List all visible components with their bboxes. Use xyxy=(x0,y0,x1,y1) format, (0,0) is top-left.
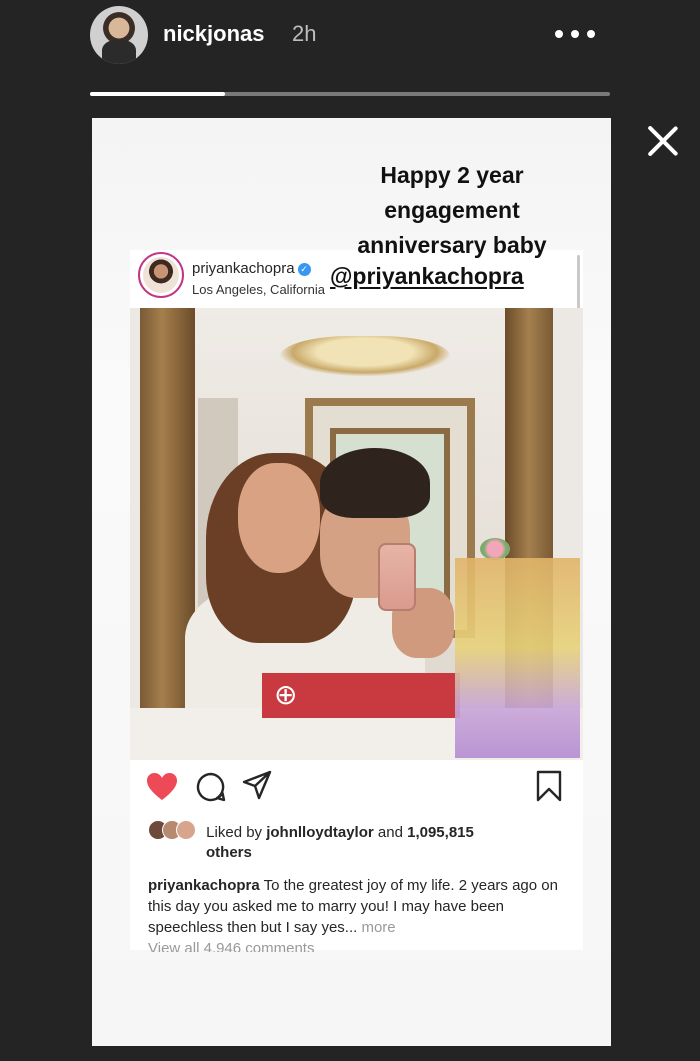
comment-icon[interactable] xyxy=(196,772,226,802)
shared-post[interactable]: priyankachopra✓ Los Angeles, California xyxy=(130,250,583,952)
verified-icon: ✓ xyxy=(297,263,311,276)
phone xyxy=(378,543,416,611)
save-icon[interactable] xyxy=(536,770,562,802)
share-icon[interactable] xyxy=(242,770,272,800)
likes-count[interactable]: 1,095,815 xyxy=(407,824,474,841)
mention-tag[interactable]: @priyankachopra xyxy=(328,263,526,290)
post-avatar[interactable] xyxy=(138,252,184,298)
more-icon[interactable] xyxy=(555,20,595,48)
post-username-row[interactable]: priyankachopra ✓ xyxy=(192,260,311,277)
woman-face xyxy=(238,463,320,573)
likes-middle: and xyxy=(377,824,403,841)
caption-sticker: Happy 2 year engagement anniversary baby xyxy=(332,158,572,263)
story-username[interactable]: nickjonas xyxy=(163,21,264,47)
man-hair xyxy=(320,448,430,518)
caption-author[interactable]: priyankachopra xyxy=(148,877,260,894)
avatar[interactable] xyxy=(90,6,148,64)
likes-prefix: Liked by xyxy=(206,824,263,841)
liker-avatars xyxy=(148,820,202,842)
flowers xyxy=(480,538,510,560)
post-location[interactable]: Los Angeles, California xyxy=(192,282,325,297)
sticker-line: engagement xyxy=(384,197,520,223)
story-progress-bar xyxy=(90,92,610,96)
close-icon[interactable] xyxy=(646,124,680,158)
post-photo[interactable] xyxy=(130,308,583,760)
glass-box xyxy=(455,558,580,758)
sticker-line: Happy 2 year xyxy=(380,162,524,188)
story-header: nickjonas 2h xyxy=(90,6,610,64)
view-comments-link[interactable]: View all 4,946 comments xyxy=(148,938,314,952)
likes-summary[interactable]: Liked by johnlloydtaylor and 1,095,815 o… xyxy=(148,820,568,863)
story-timestamp: 2h xyxy=(292,21,317,46)
story-content[interactable]: priyankachopra✓ Los Angeles, California xyxy=(92,118,611,1046)
red-box xyxy=(262,673,460,718)
sticker-line: anniversary baby xyxy=(357,232,547,258)
post-actions xyxy=(130,760,583,810)
chandelier xyxy=(280,336,450,376)
story-progress-fill xyxy=(90,92,226,96)
post-caption: priyankachopra To the greatest joy of my… xyxy=(148,875,568,938)
heart-icon[interactable] xyxy=(146,772,178,802)
post-username[interactable]: priyankachopra xyxy=(192,260,295,277)
caption-more-link[interactable]: more xyxy=(361,919,395,936)
likes-user[interactable]: johnlloydtaylor xyxy=(266,824,374,841)
likes-suffix[interactable]: others xyxy=(148,843,568,863)
